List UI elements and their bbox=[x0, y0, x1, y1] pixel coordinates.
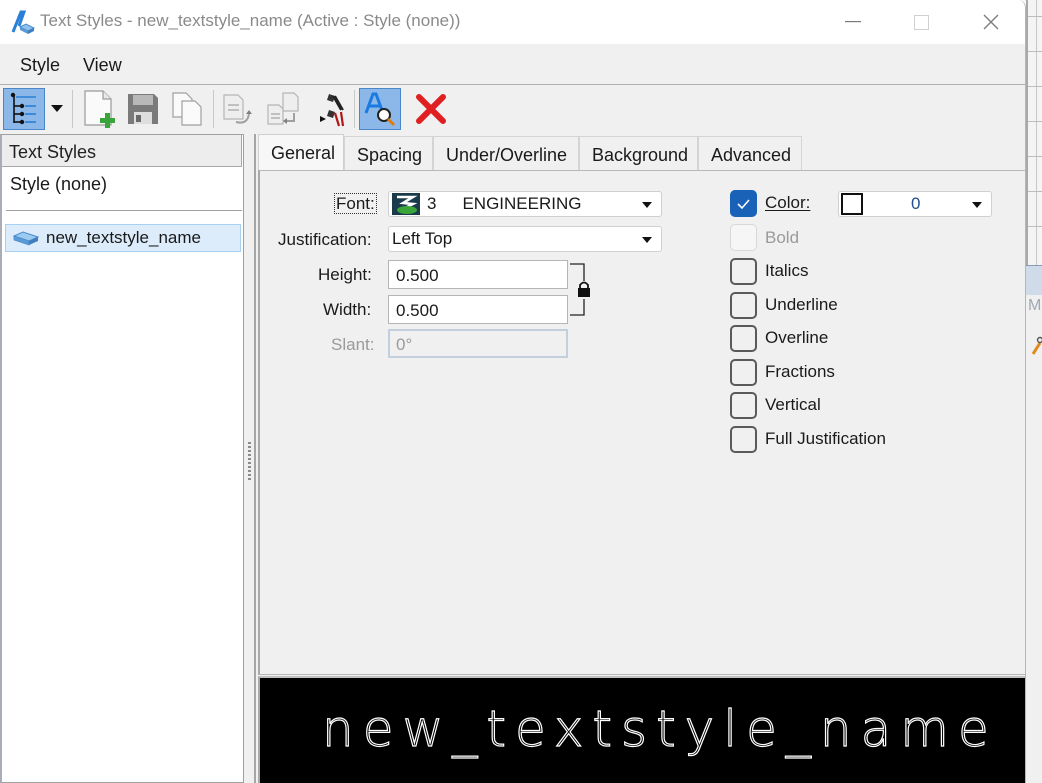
list-item-label: new_textstyle_name bbox=[46, 228, 201, 247]
menu-bar: Style View bbox=[0, 44, 1025, 85]
tree-list-icon bbox=[10, 92, 36, 125]
tab-advanced[interactable]: Advanced bbox=[698, 136, 802, 170]
underline-checkbox[interactable] bbox=[730, 292, 757, 319]
text-style-icon bbox=[12, 231, 40, 246]
font-name: ENGINEERING bbox=[462, 194, 582, 213]
italics-checkbox[interactable] bbox=[730, 258, 757, 285]
delete-style-button[interactable] bbox=[410, 88, 452, 130]
toolbar bbox=[0, 86, 1025, 134]
tab-under-overline[interactable]: Under/Overline bbox=[433, 136, 579, 170]
text-styles-app-icon bbox=[11, 10, 36, 34]
preview-text: new_textstyle_name bbox=[321, 699, 998, 758]
vertical-checkbox[interactable] bbox=[730, 392, 757, 419]
text-styles-dialog: Text Styles - new_textstyle_name (Active… bbox=[0, 0, 1026, 783]
overline-label: Overline bbox=[765, 328, 829, 347]
color-value: 0 bbox=[911, 194, 921, 213]
background-app-panel bbox=[1026, 265, 1042, 295]
general-tab-panel: Font: 3 ENGINEERING Justification: Left … bbox=[258, 170, 1025, 675]
match-style-button[interactable] bbox=[308, 88, 350, 130]
bold-label: Bold bbox=[765, 228, 800, 247]
hierarchy-view-dropdown[interactable] bbox=[46, 88, 68, 130]
bold-checkbox[interactable] bbox=[730, 224, 757, 251]
full-justification-checkbox[interactable] bbox=[730, 426, 757, 453]
font-dropdown[interactable]: 3 ENGINEERING bbox=[388, 191, 662, 217]
maximize-button[interactable] bbox=[898, 4, 944, 40]
menu-style[interactable]: Style bbox=[20, 55, 60, 76]
font-number: 3 bbox=[427, 194, 437, 213]
full-justification-label: Full Justification bbox=[765, 429, 886, 448]
maximize-icon bbox=[913, 14, 929, 30]
title-bar: Text Styles - new_textstyle_name (Active… bbox=[0, 0, 1025, 44]
preview-style-button[interactable] bbox=[359, 88, 401, 130]
color-swatch bbox=[841, 193, 863, 215]
tab-background[interactable]: Background bbox=[579, 136, 698, 170]
delete-icon bbox=[416, 94, 446, 124]
import-style-button[interactable] bbox=[218, 88, 260, 130]
chevron-down-icon bbox=[642, 202, 652, 208]
background-app-label: Me bbox=[1028, 297, 1042, 314]
height-input[interactable]: 0.500 bbox=[388, 260, 568, 289]
save-style-button[interactable] bbox=[122, 88, 164, 130]
chevron-down-icon bbox=[972, 202, 982, 208]
copy-style-button[interactable] bbox=[166, 88, 208, 130]
underline-label: Underline bbox=[765, 295, 838, 314]
export-style-button[interactable] bbox=[262, 88, 304, 130]
new-style-button[interactable] bbox=[78, 88, 120, 130]
copy-icon bbox=[172, 92, 202, 126]
vertical-label: Vertical bbox=[765, 395, 821, 414]
close-button[interactable] bbox=[968, 4, 1014, 40]
font-label: Font: bbox=[334, 193, 377, 214]
justification-label: Justification: bbox=[278, 230, 372, 249]
checkmark-icon bbox=[737, 199, 750, 210]
justification-value: Left Top bbox=[392, 229, 453, 248]
width-input[interactable]: 0.500 bbox=[388, 295, 568, 324]
text-styles-list: Text Styles Style (none) new_textstyle_n… bbox=[0, 134, 244, 783]
color-checkbox[interactable] bbox=[730, 190, 757, 217]
aspect-lock-button[interactable] bbox=[566, 263, 590, 319]
fractions-checkbox[interactable] bbox=[730, 359, 757, 386]
menu-view[interactable]: View bbox=[83, 55, 122, 76]
width-label: Width: bbox=[323, 300, 372, 319]
tab-general[interactable]: General bbox=[258, 134, 344, 170]
tab-bar: General Spacing Under/Overline Backgroun… bbox=[258, 134, 1025, 170]
list-item-new-textstyle[interactable]: new_textstyle_name bbox=[5, 224, 241, 252]
import-icon bbox=[223, 94, 252, 124]
pane-splitter[interactable] bbox=[244, 134, 256, 783]
chevron-down-icon bbox=[51, 105, 63, 112]
slant-input[interactable]: 0° bbox=[388, 329, 568, 358]
text-zoom-icon bbox=[364, 92, 396, 127]
minimize-icon bbox=[845, 21, 861, 23]
list-divider bbox=[6, 210, 242, 211]
overline-checkbox[interactable] bbox=[730, 325, 757, 352]
background-app-body bbox=[1026, 295, 1042, 783]
chevron-down-icon bbox=[642, 237, 652, 243]
justification-dropdown[interactable]: Left Top bbox=[388, 226, 662, 252]
italics-label: Italics bbox=[765, 261, 809, 280]
match-text-icon bbox=[320, 94, 345, 127]
window-title: Text Styles - new_textstyle_name (Active… bbox=[40, 11, 461, 30]
hierarchy-view-button[interactable] bbox=[3, 88, 45, 130]
tab-spacing[interactable]: Spacing bbox=[344, 136, 433, 170]
save-icon bbox=[128, 94, 158, 124]
list-item-style-none[interactable]: Style (none) bbox=[10, 174, 107, 195]
bentley-font-icon bbox=[392, 193, 420, 215]
color-label: Color: bbox=[765, 193, 811, 212]
new-document-icon bbox=[84, 90, 115, 128]
lock-icon bbox=[578, 281, 590, 297]
export-icon bbox=[267, 92, 299, 125]
slant-label: Slant: bbox=[331, 335, 375, 354]
color-dropdown[interactable]: 0 bbox=[838, 191, 992, 217]
text-style-preview: new_textstyle_name bbox=[258, 676, 1025, 783]
close-icon bbox=[983, 14, 999, 30]
minimize-button[interactable] bbox=[830, 4, 876, 40]
fractions-label: Fractions bbox=[765, 362, 835, 381]
height-label: Height: bbox=[318, 265, 372, 284]
list-header[interactable]: Text Styles bbox=[2, 135, 242, 167]
wrench-icon bbox=[1032, 336, 1042, 355]
